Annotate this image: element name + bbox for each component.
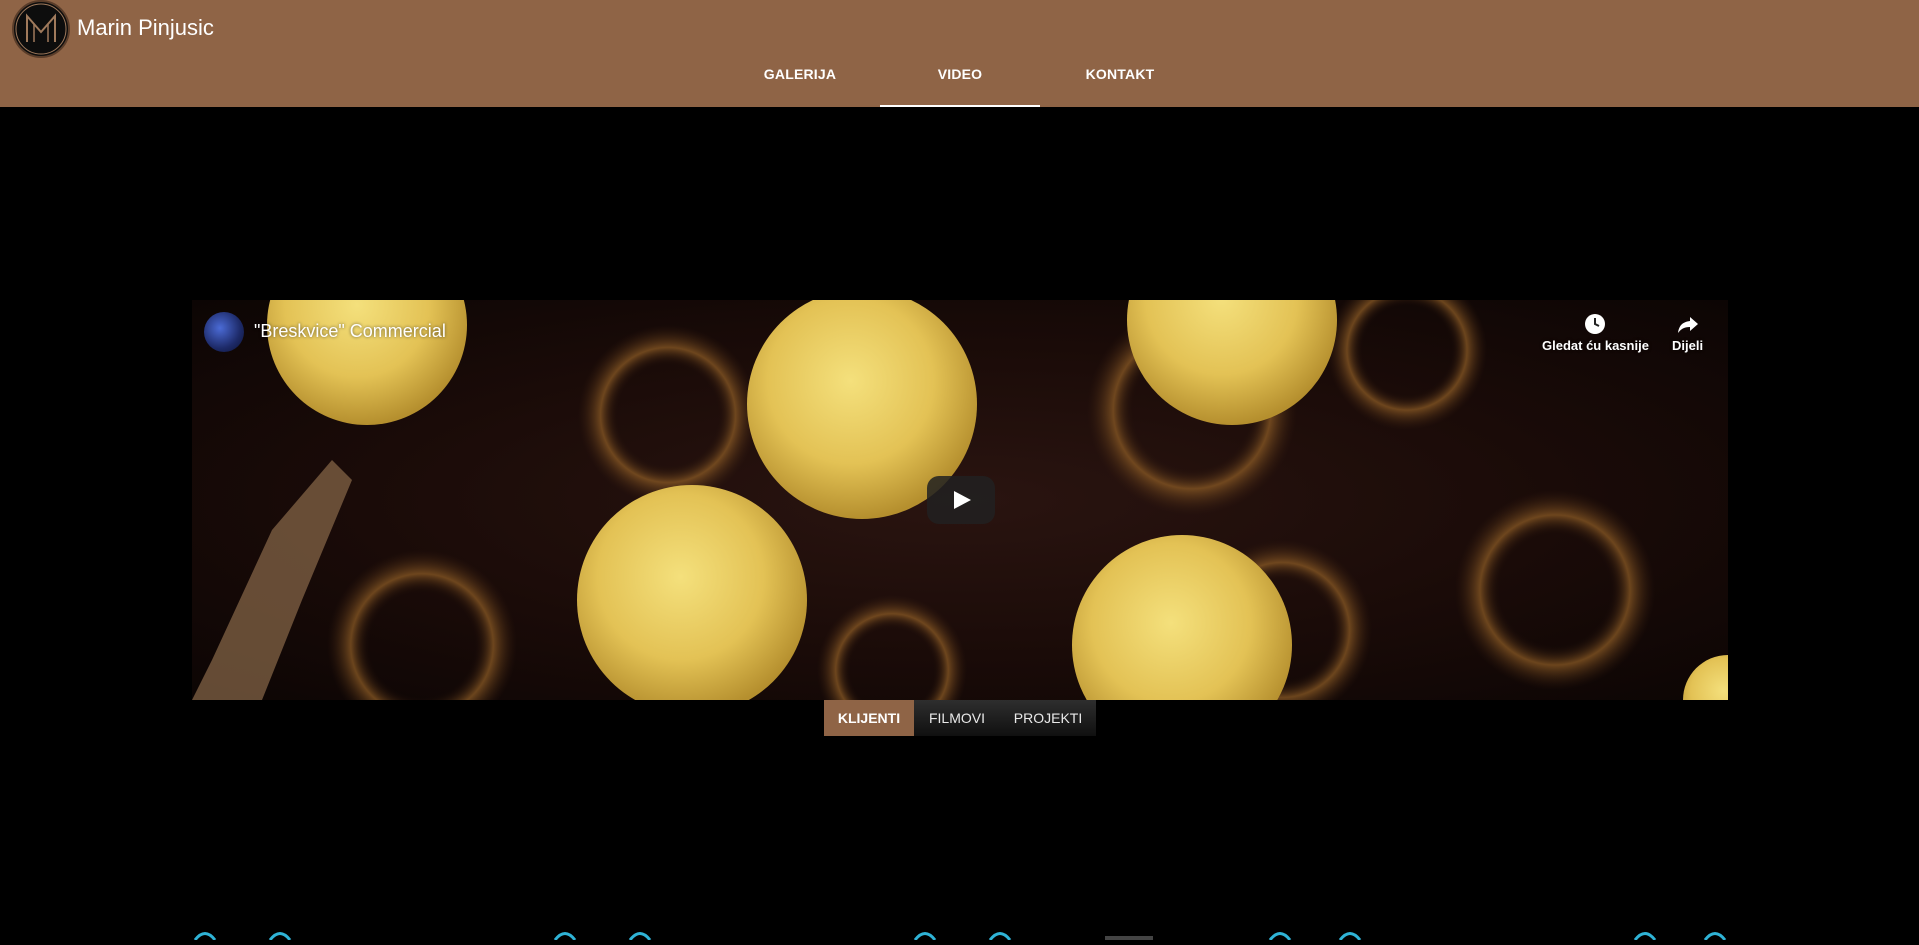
clock-icon — [1585, 314, 1606, 334]
video-title[interactable]: "Breskvice" Commercial — [254, 321, 446, 342]
nav-tab-label: VIDEO — [937, 66, 983, 82]
share-button[interactable]: Dijeli — [1672, 312, 1703, 353]
channel-avatar[interactable] — [204, 312, 244, 352]
category-tab-projekti[interactable]: PROJEKTI — [1000, 700, 1096, 736]
category-tab-label: KLIJENTI — [837, 710, 901, 726]
nav-tab-video[interactable]: VIDEO — [880, 58, 1040, 107]
video-player[interactable]: "Breskvice" Commercial Gledat ću kasnije… — [192, 300, 1728, 700]
watch-later-button[interactable]: Gledat ću kasnije — [1542, 312, 1649, 353]
category-tab-filmovi[interactable]: FILMOVI — [914, 700, 1000, 736]
share-arrow-icon — [1677, 317, 1698, 333]
nav-tab-label: KONTAKT — [1085, 66, 1155, 82]
decorative-bottom-strip — [0, 925, 1919, 941]
nav-tab-kontakt[interactable]: KONTAKT — [1070, 58, 1170, 107]
category-tab-label: FILMOVI — [928, 710, 985, 726]
cyan-arc-decoration — [193, 932, 1727, 941]
main-nav: GALERIJA VIDEO KONTAKT — [0, 0, 1919, 107]
nav-tab-galerija[interactable]: GALERIJA — [750, 58, 850, 107]
play-button[interactable] — [927, 476, 995, 524]
category-tab-label: PROJEKTI — [1013, 710, 1083, 726]
category-tab-klijenti[interactable]: KLIJENTI — [824, 700, 914, 736]
nav-tab-label: GALERIJA — [763, 66, 837, 82]
share-label: Dijeli — [1672, 338, 1704, 353]
watch-later-label: Gledat ću kasnije — [1542, 338, 1649, 353]
